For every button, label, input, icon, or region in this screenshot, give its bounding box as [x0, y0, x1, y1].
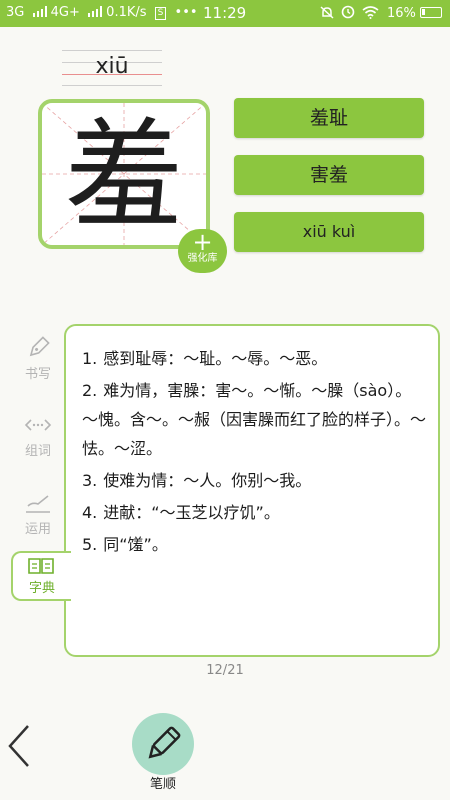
- status-bar: 3G 4G+ 0.1K/s S ••• 11:29 16%: [0, 0, 450, 27]
- tab-dictionary-label: 字典: [28, 581, 55, 596]
- status-right: 16%: [320, 5, 442, 21]
- tab-dictionary[interactable]: 字典: [11, 551, 71, 601]
- book-icon: [28, 558, 54, 574]
- battery-percent: 16%: [386, 6, 416, 21]
- stroke-order-label: 笔顺: [149, 777, 176, 792]
- definition-item: 1. 感到耻辱：～耻。～辱。～恶。: [82, 349, 328, 368]
- tab-words-label: 组词: [24, 444, 51, 459]
- tab-words[interactable]: 组词: [10, 410, 66, 470]
- page-indicator: 12/21: [206, 663, 244, 678]
- add-button-label: 强化库: [187, 253, 218, 264]
- character-glyph: 羞: [64, 106, 183, 244]
- definition-item: 3. 使难为情：～人。你别～我。: [82, 471, 312, 490]
- tab-usage[interactable]: 运用: [10, 488, 66, 548]
- pinyin-text: xiū: [95, 54, 129, 79]
- network-speed: 0.1K/s: [106, 5, 147, 20]
- definition-item: 4. 进献：“～玉芝以疗饥”。: [82, 503, 280, 522]
- pinyin-box: xiū: [62, 48, 162, 86]
- pencil-icon: [148, 726, 181, 759]
- brush-icon: [26, 495, 50, 513]
- signal-icon: [88, 6, 103, 17]
- signal-icon: [32, 6, 47, 17]
- word-button-1[interactable]: 羞耻: [234, 98, 424, 138]
- network-4g-label: 4G+: [50, 5, 80, 20]
- tab-write[interactable]: 书写: [10, 333, 66, 393]
- tab-write-label: 书写: [24, 367, 51, 382]
- pen-nib-icon: [29, 336, 50, 357]
- back-arrow-icon[interactable]: [4, 722, 34, 770]
- definition-list: 1. 感到耻辱：～耻。～辱。～恶。 2. 难为情，害臊：害～。～惭。～臊（sào）。…: [82, 344, 426, 562]
- character-card[interactable]: 羞: [38, 99, 210, 249]
- word-button-2[interactable]: 害羞: [234, 155, 424, 195]
- word-button-3[interactable]: xiū kuì: [234, 212, 424, 252]
- alarm-icon: [341, 5, 354, 19]
- network-3g-label: 3G: [6, 5, 25, 20]
- status-time: 11:29: [203, 4, 247, 22]
- plus-icon: +: [192, 228, 213, 256]
- definition-item: 5. 同“馐”。: [82, 535, 168, 554]
- stroke-order-button[interactable]: [132, 713, 194, 775]
- sim-icon: S: [154, 7, 167, 20]
- mute-icon: [320, 6, 334, 19]
- more-dots-icon: •••: [174, 5, 198, 20]
- wifi-icon: [362, 6, 379, 19]
- tab-usage-label: 运用: [24, 522, 51, 537]
- status-left: 3G 4G+ 0.1K/s S •••: [6, 5, 202, 20]
- add-to-library-button[interactable]: + 强化库: [178, 229, 227, 273]
- definition-item: 2. 难为情，害臊：害～。～惭。～臊（sào）。～愧。含～。～赧（因害臊而红了脸的…: [82, 381, 427, 458]
- battery-icon: [420, 7, 442, 18]
- link-dots-icon: [24, 419, 52, 431]
- definition-panel: 1. 感到耻辱：～耻。～辱。～恶。 2. 难为情，害臊：害～。～惭。～臊（sào）。…: [64, 324, 440, 657]
